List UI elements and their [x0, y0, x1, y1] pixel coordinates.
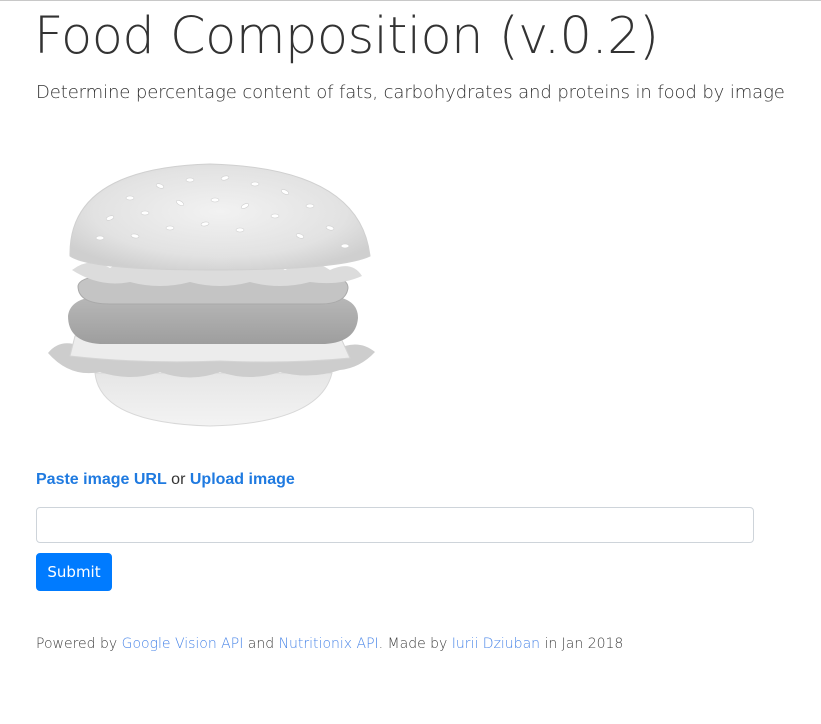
footer-made-by: . Made by: [378, 636, 448, 652]
footer-and: and: [247, 636, 275, 652]
footer: Powered by Google Vision API and Nutriti…: [36, 633, 623, 655]
paste-url-link[interactable]: Paste image URL: [36, 471, 167, 488]
top-border: [0, 0, 821, 1]
image-url-input[interactable]: [36, 507, 754, 543]
google-vision-link[interactable]: Google Vision API: [122, 636, 244, 652]
author-link[interactable]: Iurii Dziuban: [452, 636, 540, 652]
page-subtitle: Determine percentage content of fats, ca…: [36, 82, 785, 103]
nutritionix-link[interactable]: Nutritionix API: [279, 636, 379, 652]
source-separator: or: [171, 471, 186, 488]
image-source-row: Paste image URL or Upload image: [36, 469, 295, 491]
burger-image: [48, 163, 375, 427]
page-title: Food Composition (v.0.2): [34, 7, 659, 66]
footer-powered-by: Powered by: [36, 636, 118, 652]
footer-date: in Jan 2018: [544, 636, 624, 652]
upload-image-link[interactable]: Upload image: [190, 471, 295, 488]
submit-button[interactable]: Submit: [36, 553, 112, 591]
